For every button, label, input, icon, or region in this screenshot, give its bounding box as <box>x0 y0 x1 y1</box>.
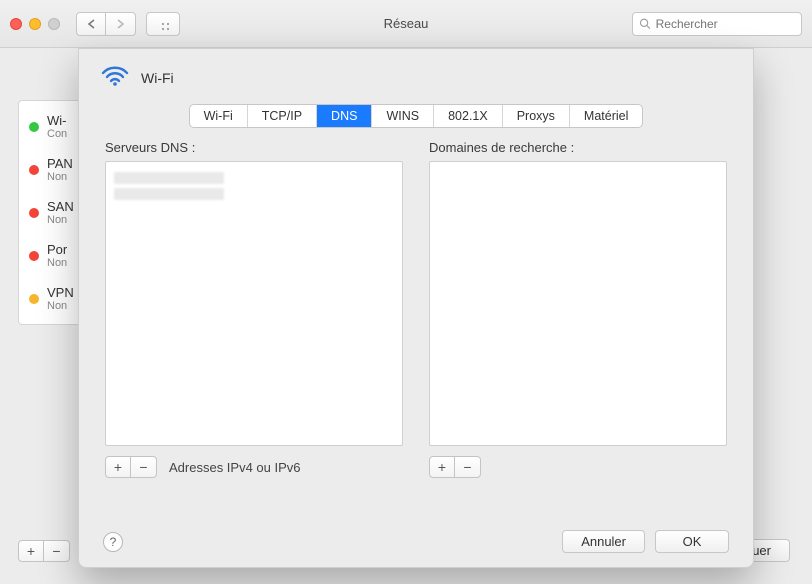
service-subtitle: Non <box>47 257 67 269</box>
service-title: Por <box>47 242 67 257</box>
sheet-footer: ? Annuler OK <box>79 530 753 553</box>
nav-buttons <box>76 12 136 36</box>
window-controls <box>10 18 60 30</box>
tab-materiel[interactable]: Matériel <box>570 105 642 127</box>
grid-icon <box>156 17 170 31</box>
tab-bar: Wi-Fi TCP/IP DNS WINS 802.1X Proxys Maté… <box>79 104 753 128</box>
search-domains-column: Domaines de recherche : + − <box>429 140 727 478</box>
status-dot-icon <box>29 251 39 261</box>
zoom-window-icon <box>48 18 60 30</box>
service-title: VPN <box>47 285 74 300</box>
tab-8021x[interactable]: 802.1X <box>434 105 503 127</box>
dns-servers-label: Serveurs DNS : <box>105 140 403 155</box>
tab-proxys[interactable]: Proxys <box>503 105 570 127</box>
dns-hint: Adresses IPv4 ou IPv6 <box>169 460 301 475</box>
service-subtitle: Con <box>47 128 67 140</box>
service-title: Wi- <box>47 113 67 128</box>
add-domain-button[interactable]: + <box>429 456 455 478</box>
tab-wifi[interactable]: Wi-Fi <box>190 105 248 127</box>
sheet-header: Wi-Fi <box>79 49 753 98</box>
search-domains-list[interactable] <box>429 161 727 446</box>
search-domains-label: Domaines de recherche : <box>429 140 727 155</box>
advanced-sheet: Wi-Fi Wi-Fi TCP/IP DNS WINS 802.1X Proxy… <box>78 48 754 568</box>
tab-wins[interactable]: WINS <box>372 105 434 127</box>
status-dot-icon <box>29 208 39 218</box>
search-icon <box>639 17 651 30</box>
service-title: PAN <box>47 156 73 171</box>
close-window-icon[interactable] <box>10 18 22 30</box>
minimize-window-icon[interactable] <box>29 18 41 30</box>
sheet-title: Wi-Fi <box>141 70 174 86</box>
dns-servers-column: Serveurs DNS : + − Adresses IPv4 ou IPv6 <box>105 140 403 478</box>
service-subtitle: Non <box>47 214 74 226</box>
tab-tcpip[interactable]: TCP/IP <box>248 105 317 127</box>
wifi-icon <box>101 65 129 90</box>
remove-service-button[interactable]: − <box>44 540 70 562</box>
search-field[interactable] <box>632 12 802 36</box>
dns-entry-obscured <box>114 172 224 184</box>
cancel-button[interactable]: Annuler <box>562 530 645 553</box>
service-title: SAN <box>47 199 74 214</box>
dns-entry-obscured <box>114 188 224 200</box>
remove-dns-button[interactable]: − <box>131 456 157 478</box>
service-subtitle: Non <box>47 300 74 312</box>
show-all-button[interactable] <box>146 12 180 36</box>
tab-dns[interactable]: DNS <box>317 105 372 127</box>
ok-button[interactable]: OK <box>655 530 729 553</box>
search-input[interactable] <box>656 17 795 31</box>
status-dot-icon <box>29 294 39 304</box>
add-service-button[interactable]: + <box>18 540 44 562</box>
back-button[interactable] <box>76 12 106 36</box>
status-dot-icon <box>29 122 39 132</box>
dns-servers-list[interactable] <box>105 161 403 446</box>
service-list-controls: + − <box>18 540 70 562</box>
service-subtitle: Non <box>47 171 73 183</box>
status-dot-icon <box>29 165 39 175</box>
help-button[interactable]: ? <box>103 532 123 552</box>
forward-button[interactable] <box>106 12 136 36</box>
remove-domain-button[interactable]: − <box>455 456 481 478</box>
add-dns-button[interactable]: + <box>105 456 131 478</box>
toolbar: Réseau <box>0 0 812 48</box>
window-title: Réseau <box>190 16 622 31</box>
